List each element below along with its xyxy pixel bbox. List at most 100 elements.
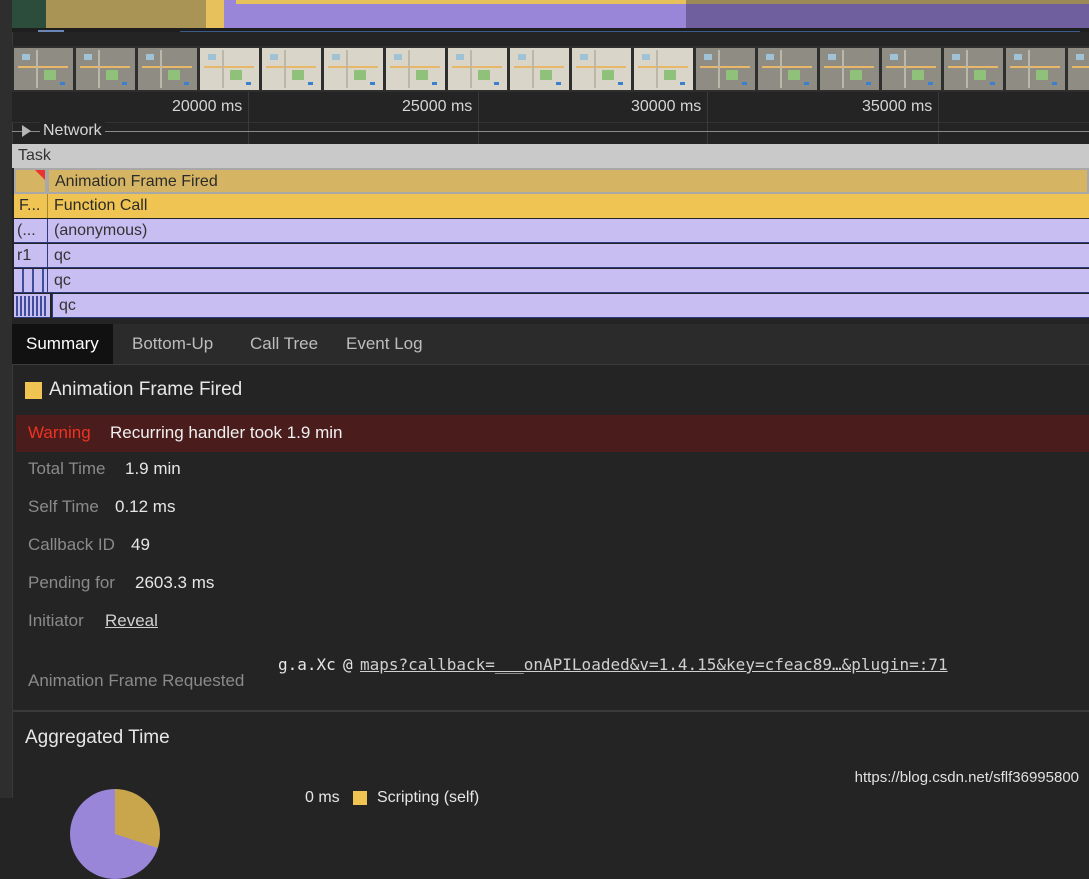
map-thumbnail-detail bbox=[284, 50, 286, 88]
filmstrip-frame[interactable] bbox=[1006, 48, 1065, 90]
filmstrip-frame[interactable] bbox=[510, 48, 569, 90]
map-thumbnail-detail bbox=[576, 66, 626, 68]
map-thumbnail-detail bbox=[394, 54, 402, 60]
map-thumbnail-detail bbox=[142, 66, 192, 68]
aggregated-time-title: Aggregated Time bbox=[25, 727, 170, 748]
legend-swatch-scripting bbox=[353, 791, 367, 805]
filmstrip-frame[interactable] bbox=[76, 48, 135, 90]
map-thumbnail-detail bbox=[928, 82, 933, 85]
filmstrip-frame[interactable] bbox=[820, 48, 879, 90]
map-thumbnail-detail bbox=[328, 66, 378, 68]
tab-call-tree[interactable]: Call Tree bbox=[236, 324, 332, 364]
flame-bar-small-calls[interactable] bbox=[14, 294, 50, 318]
initiator-reveal-link[interactable]: Reveal bbox=[105, 611, 158, 631]
map-thumbnail-detail bbox=[656, 50, 658, 88]
map-thumbnail-detail bbox=[948, 66, 998, 68]
flame-bar-qc[interactable]: qc bbox=[52, 294, 1089, 318]
warning-row: Warning Recurring handler took 1.9 min bbox=[16, 415, 1089, 452]
filmstrip-frame[interactable] bbox=[634, 48, 693, 90]
animation-frame-requested-label: Animation Frame Requested bbox=[28, 671, 245, 690]
filmstrip-frame[interactable] bbox=[262, 48, 321, 90]
callback-id-value: 49 bbox=[131, 535, 150, 554]
flame-bar-animation-frame-warning[interactable] bbox=[14, 168, 47, 194]
tab-event-log[interactable]: Event Log bbox=[332, 324, 437, 364]
map-thumbnail-detail bbox=[456, 54, 464, 60]
legend-value: 0 ms bbox=[305, 789, 340, 806]
flame-chart[interactable]: Task Animation Frame Fired F... Function… bbox=[12, 144, 1089, 324]
map-thumbnail-detail bbox=[912, 70, 924, 80]
network-divider bbox=[12, 131, 1089, 132]
watermark-url: https://blog.csdn.net/sflf36995800 bbox=[854, 769, 1079, 786]
ruler-tick: 25000 ms bbox=[402, 98, 473, 115]
map-thumbnail-detail bbox=[266, 66, 316, 68]
overview-unselected-top bbox=[686, 0, 1089, 4]
map-thumbnail-detail bbox=[22, 54, 30, 60]
filmstrip-frame[interactable] bbox=[1068, 48, 1089, 90]
time-ruler: 20000 ms 25000 ms 30000 ms 35000 ms bbox=[12, 92, 1089, 123]
overview-unselected-region bbox=[686, 0, 1089, 28]
filmstrip-frame[interactable] bbox=[138, 48, 197, 90]
self-time-label: Self Time bbox=[28, 497, 99, 516]
map-thumbnail-detail bbox=[638, 66, 688, 68]
map-thumbnail-detail bbox=[270, 54, 278, 60]
map-thumbnail-detail bbox=[106, 70, 118, 80]
overview-network-line bbox=[180, 31, 1080, 32]
map-thumbnail-detail bbox=[602, 70, 614, 80]
map-thumbnail-detail bbox=[478, 70, 490, 80]
flame-bar-function-short[interactable]: F... bbox=[14, 194, 47, 218]
map-thumbnail-detail bbox=[160, 50, 162, 88]
filmstrip-frame[interactable] bbox=[324, 48, 383, 90]
flame-bar-qc[interactable]: qc bbox=[47, 244, 1089, 268]
flame-bar-animation-frame[interactable]: Animation Frame Fired bbox=[47, 168, 1089, 194]
flame-bar-function-call[interactable]: Function Call bbox=[47, 194, 1089, 218]
tab-summary[interactable]: Summary bbox=[12, 324, 113, 364]
flame-bar-anonymous[interactable]: (anonymous) bbox=[47, 219, 1089, 243]
map-thumbnail-detail bbox=[60, 82, 65, 85]
flame-bar-qc[interactable]: qc bbox=[47, 269, 1089, 293]
tab-bottom-up[interactable]: Bottom-Up bbox=[118, 324, 227, 364]
network-label: Network bbox=[40, 122, 105, 140]
map-thumbnail-detail bbox=[788, 70, 800, 80]
map-thumbnail-detail bbox=[762, 66, 812, 68]
details-tabbar: Summary Bottom-Up Call Tree Event Log bbox=[12, 324, 1089, 365]
map-thumbnail-detail bbox=[292, 70, 304, 80]
screenshot-filmstrip[interactable] bbox=[12, 46, 1089, 92]
map-thumbnail-detail bbox=[842, 50, 844, 88]
timeline-overview[interactable] bbox=[12, 0, 1089, 32]
summary-panel: Animation Frame Fired Warning Recurring … bbox=[12, 365, 1089, 879]
flame-bar-task[interactable]: Task bbox=[12, 144, 1089, 168]
filmstrip-frame[interactable] bbox=[882, 48, 941, 90]
map-thumbnail-detail bbox=[346, 50, 348, 88]
filmstrip-frame[interactable] bbox=[200, 48, 259, 90]
map-thumbnail-detail bbox=[518, 54, 526, 60]
map-thumbnail-detail bbox=[680, 82, 685, 85]
flame-bar-small-calls[interactable] bbox=[14, 269, 47, 293]
map-thumbnail-detail bbox=[308, 82, 313, 85]
filmstrip-frame[interactable] bbox=[758, 48, 817, 90]
flame-bar-anon-short[interactable]: (... bbox=[14, 219, 47, 243]
flame-bar-r1[interactable]: r1 bbox=[14, 244, 47, 268]
filmstrip-frame[interactable] bbox=[448, 48, 507, 90]
map-thumbnail-detail bbox=[952, 54, 960, 60]
overview-scripting-peak bbox=[206, 0, 224, 28]
expand-arrow-icon[interactable] bbox=[22, 125, 31, 137]
map-thumbnail-detail bbox=[990, 82, 995, 85]
pending-value: 2603.3 ms bbox=[135, 573, 215, 592]
filmstrip-frame[interactable] bbox=[14, 48, 73, 90]
map-thumbnail-detail bbox=[1010, 66, 1060, 68]
filmstrip-frame[interactable] bbox=[944, 48, 1003, 90]
map-thumbnail-detail bbox=[390, 66, 440, 68]
stack-source-link[interactable]: maps?callback=___onAPILoaded&v=1.4.15&ke… bbox=[360, 655, 948, 674]
dense-calls-pattern bbox=[16, 296, 48, 316]
filmstrip-frame[interactable] bbox=[386, 48, 445, 90]
map-thumbnail-detail bbox=[1028, 50, 1030, 88]
filmstrip-frame[interactable] bbox=[696, 48, 755, 90]
ruler-tick: 30000 ms bbox=[631, 98, 702, 115]
filmstrip-frame[interactable] bbox=[572, 48, 631, 90]
ruler-tick: 20000 ms bbox=[172, 98, 243, 115]
network-track-header[interactable]: Network bbox=[12, 120, 1089, 142]
map-thumbnail-detail bbox=[890, 54, 898, 60]
map-thumbnail-detail bbox=[432, 82, 437, 85]
summary-title: Animation Frame Fired bbox=[49, 379, 243, 400]
map-thumbnail-detail bbox=[966, 50, 968, 88]
